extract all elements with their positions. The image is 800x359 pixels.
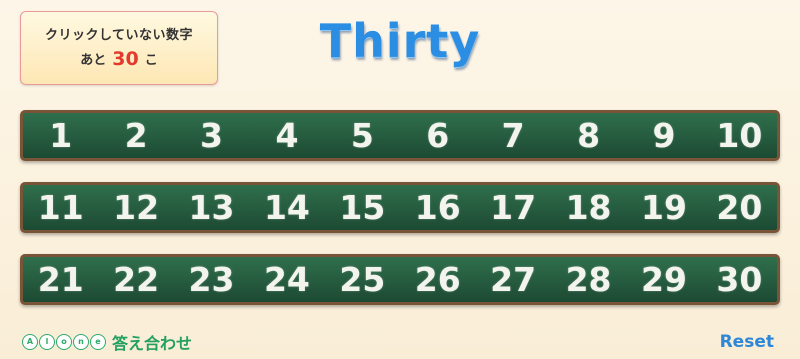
number-cell[interactable]: 5 (325, 116, 400, 155)
remaining-counter: クリックしていない数字 あと 30 こ (20, 11, 218, 85)
number-row-3: 21 22 23 24 25 26 27 28 29 30 (20, 254, 780, 305)
logo-letter: e (90, 334, 106, 350)
number-cell[interactable]: 11 (23, 188, 98, 227)
number-cell[interactable]: 9 (626, 116, 701, 155)
number-cell[interactable]: 20 (702, 188, 777, 227)
number-row-1: 1 2 3 4 5 6 7 8 9 10 (20, 110, 780, 161)
number-cell[interactable]: 3 (174, 116, 249, 155)
counter-prefix: あと (80, 53, 107, 68)
alone-logo: A l o n e (22, 334, 106, 350)
number-cell[interactable]: 29 (626, 260, 701, 299)
number-cell[interactable]: 16 (400, 188, 475, 227)
number-cell[interactable]: 10 (702, 116, 777, 155)
counter-label: クリックしていない数字 (44, 28, 194, 43)
number-row-2: 11 12 13 14 15 16 17 18 19 20 (20, 182, 780, 233)
number-cell[interactable]: 19 (626, 188, 701, 227)
logo-letter: o (56, 334, 72, 350)
number-cell[interactable]: 7 (475, 116, 550, 155)
number-cell[interactable]: 6 (400, 116, 475, 155)
logo-letter: A (22, 334, 38, 350)
counter-value-line: あと 30 こ (21, 48, 217, 70)
check-answers-button[interactable]: 答え合わせ (112, 330, 192, 354)
number-cell[interactable]: 25 (325, 260, 400, 299)
number-cell[interactable]: 23 (174, 260, 249, 299)
number-cell[interactable]: 28 (551, 260, 626, 299)
number-cell[interactable]: 30 (702, 260, 777, 299)
number-cell[interactable]: 26 (400, 260, 475, 299)
number-cell[interactable]: 18 (551, 188, 626, 227)
number-cell[interactable]: 27 (475, 260, 550, 299)
number-cell[interactable]: 14 (249, 188, 324, 227)
remaining-count: 30 (112, 48, 139, 70)
footer-left: A l o n e 答え合わせ (22, 331, 192, 353)
counter-suffix: こ (144, 53, 158, 68)
number-cell[interactable]: 24 (249, 260, 324, 299)
number-cell[interactable]: 13 (174, 188, 249, 227)
number-cell[interactable]: 17 (475, 188, 550, 227)
number-cell[interactable]: 22 (98, 260, 173, 299)
logo-letter: n (73, 334, 89, 350)
number-cell[interactable]: 1 (23, 116, 98, 155)
number-cell[interactable]: 2 (98, 116, 173, 155)
number-cell[interactable]: 12 (98, 188, 173, 227)
reset-button[interactable]: Reset (720, 332, 774, 352)
number-cell[interactable]: 8 (551, 116, 626, 155)
number-cell[interactable]: 4 (249, 116, 324, 155)
number-cell[interactable]: 21 (23, 260, 98, 299)
number-cell[interactable]: 15 (325, 188, 400, 227)
game-title: Thirty (319, 14, 481, 68)
logo-letter: l (39, 334, 55, 350)
